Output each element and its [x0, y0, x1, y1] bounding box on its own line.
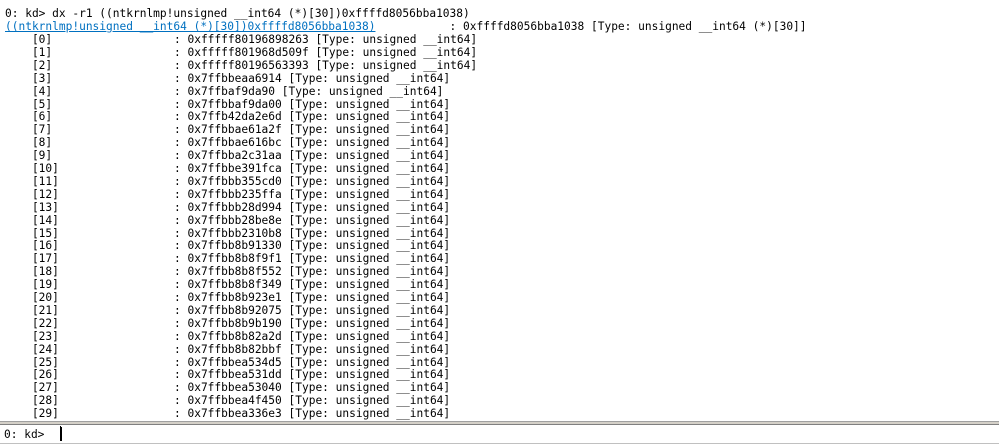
command-prompt-label: 0: kd> [4, 428, 45, 441]
element-index: [9] [5, 149, 53, 163]
element-index: [13] [5, 200, 59, 214]
element-index: [8] [5, 136, 53, 150]
element-value: : 0x7ffbbea53040 [Type: unsigned __int64… [174, 381, 451, 395]
element-value: : 0x7ffbbb28be8e [Type: unsigned __int64… [174, 213, 451, 227]
element-index: [27] [5, 381, 59, 395]
element-value: : 0x7ffbbb2310b8 [Type: unsigned __int64… [174, 226, 451, 240]
element-value: : 0x7ffbbae616bc [Type: unsigned __int64… [174, 136, 451, 150]
element-index: [5] [5, 97, 53, 111]
output-pane[interactable]: 0: kd> dx -r1 ((ntkrnlmp!unsigned __int6… [0, 0, 999, 421]
element-index: [4] [5, 84, 53, 98]
element-value: : 0x7ffbbea531dd [Type: unsigned __int64… [174, 368, 451, 382]
element-value: : 0x7ffbba2c31aa [Type: unsigned __int64… [174, 149, 451, 163]
element-value: : 0x7ffbaf9da90 [Type: unsigned __int64] [174, 84, 444, 98]
element-index: [18] [5, 265, 59, 279]
element-index: [17] [5, 252, 59, 266]
element-value: : 0x7ffbbb28d994 [Type: unsigned __int64… [174, 200, 451, 214]
element-index: [0] [5, 33, 53, 46]
element-value: : 0x7ffbbeaa6914 [Type: unsigned __int64… [174, 71, 451, 85]
element-value: : 0x7ffbbb355cd0 [Type: unsigned __int64… [174, 174, 451, 188]
element-value: : 0x7ffbb8b92075 [Type: unsigned __int64… [174, 303, 451, 317]
element-value: : 0x7ffbbb235ffa [Type: unsigned __int64… [174, 187, 451, 201]
element-value: : 0x7ffbbaf9da00 [Type: unsigned __int64… [174, 97, 451, 111]
element-index: [19] [5, 278, 59, 292]
element-value: : 0x7ffbb8b8f552 [Type: unsigned __int64… [174, 265, 451, 279]
element-value: : 0xfffff80196898263 [Type: unsigned __i… [174, 33, 478, 46]
element-value: : 0x7ffbbea336e3 [Type: unsigned __int64… [174, 407, 451, 421]
element-index: [1] [5, 45, 53, 59]
element-value: : 0x7ffbb8b91330 [Type: unsigned __int64… [174, 239, 451, 253]
element-index: [26] [5, 368, 59, 382]
element-index: [11] [5, 174, 59, 188]
element-value: : 0x7ffbbe391fca [Type: unsigned __int64… [174, 162, 451, 175]
element-value: : 0x7ffbb8b8f349 [Type: unsigned __int64… [174, 278, 451, 292]
element-value: : 0x7ffbb8b82bbf [Type: unsigned __int64… [174, 342, 451, 356]
command-input[interactable] [60, 426, 998, 441]
expression-link[interactable]: ((ntkrnlmp!unsigned __int64 (*)[30])0xff… [5, 20, 375, 33]
element-index: [28] [5, 394, 59, 408]
element-index: [23] [5, 329, 59, 343]
expression-line: ((ntkrnlmp!unsigned __int64 (*)[30])0xff… [5, 20, 807, 33]
element-index: [29] [5, 407, 59, 421]
element-index: [2] [5, 58, 53, 72]
element-index: [24] [5, 342, 59, 356]
element-index: [22] [5, 316, 59, 330]
element-index: [20] [5, 291, 59, 304]
element-index: [10] [5, 162, 59, 175]
element-index: [15] [5, 226, 59, 240]
element-index: [12] [5, 187, 59, 201]
command-bar: 0: kd> [0, 424, 999, 444]
element-value: : 0x7ffbbea4f450 [Type: unsigned __int64… [174, 394, 451, 408]
element-index: [6] [5, 110, 53, 124]
element-value: : 0xfffff80196563393 [Type: unsigned __i… [174, 58, 478, 72]
element-value: : 0xfffff801968d509f [Type: unsigned __i… [174, 45, 478, 59]
element-value: : 0x7ffbb8b8f9f1 [Type: unsigned __int64… [174, 252, 451, 266]
element-index: [3] [5, 71, 53, 85]
text-caret [61, 427, 62, 441]
element-value: : 0x7ffbb8b82a2d [Type: unsigned __int64… [174, 329, 451, 343]
expression-value: : 0xffffd8056bba1038 [Type: unsigned __i… [375, 20, 807, 33]
element-value: : 0x7ffbb8b923e1 [Type: unsigned __int64… [174, 291, 451, 304]
debugger-command-window: 0: kd> dx -r1 ((ntkrnlmp!unsigned __int6… [0, 0, 999, 446]
element-index: [7] [5, 123, 53, 137]
element-value: : 0x7ffb42da2e6d [Type: unsigned __int64… [174, 110, 451, 124]
command-echo: 0: kd> dx -r1 ((ntkrnlmp!unsigned __int6… [5, 7, 470, 20]
element-index: [25] [5, 355, 59, 369]
element-index: [21] [5, 303, 59, 317]
element-value: : 0x7ffbbea534d5 [Type: unsigned __int64… [174, 355, 451, 369]
element-value: : 0x7ffbb8b9b190 [Type: unsigned __int64… [174, 316, 451, 330]
element-index: [14] [5, 213, 59, 227]
element-index: [16] [5, 239, 59, 253]
element-value: : 0x7ffbbae61a2f [Type: unsigned __int64… [174, 123, 451, 137]
